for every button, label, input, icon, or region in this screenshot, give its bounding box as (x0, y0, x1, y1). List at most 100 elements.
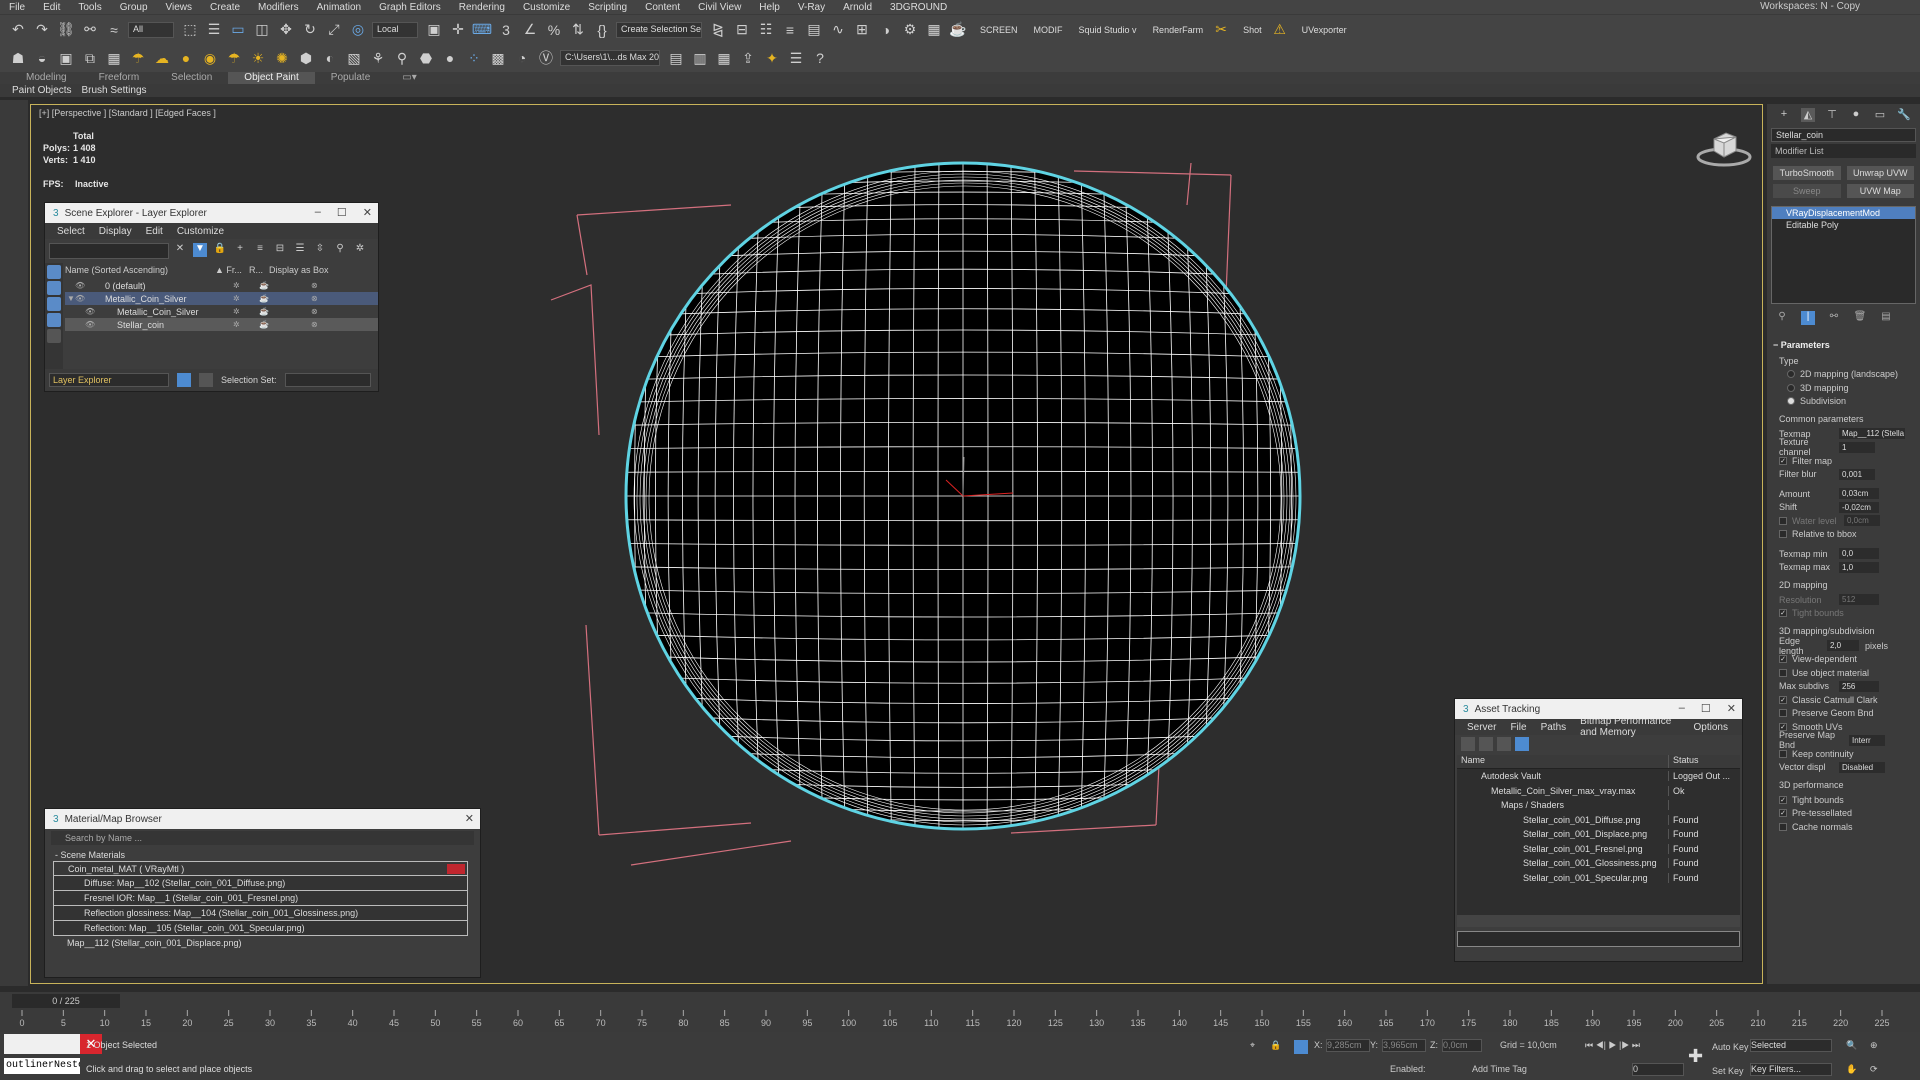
align-icon[interactable]: ⊟ (732, 20, 752, 40)
display-tab-icon[interactable]: ▭ (1873, 108, 1887, 122)
show-end-result-icon[interactable]: | (1801, 311, 1815, 325)
menu-item[interactable]: V-Ray (789, 2, 834, 13)
tight-bounds-checkbox[interactable]: ✓ (1779, 795, 1787, 804)
uvexporter-button[interactable]: UVexporter (1302, 25, 1347, 35)
display-helpers-icon[interactable] (47, 329, 61, 343)
unlink-icon[interactable]: ⚯ (80, 20, 100, 40)
edge-length-spinner[interactable]: 2,0 (1827, 640, 1859, 652)
table-row[interactable]: Stellar_coin_001_Specular.png Found (1457, 871, 1740, 886)
filter-blur-spinner[interactable]: 0,001 (1839, 468, 1875, 480)
map-item[interactable]: Map__112 (Stellar_coin_001_Displace.png) (53, 936, 468, 951)
menu-item[interactable]: Help (750, 2, 789, 13)
render-icon[interactable]: ☕ (259, 294, 269, 303)
ribbon-toggle-icon[interactable]: ▤ (804, 20, 824, 40)
layers-toggle-icon[interactable] (177, 373, 191, 387)
material-editor-icon[interactable]: ◑ (876, 20, 896, 40)
map-item[interactable]: Reflection glossiness: Map__104 (Stellar… (53, 906, 468, 921)
display-objects-icon[interactable] (47, 265, 61, 279)
screen-button[interactable]: SCREEN (980, 25, 1018, 35)
vector-displ-dropdown[interactable]: Disabled (1839, 761, 1885, 773)
stack-item[interactable]: Editable Poly (1772, 219, 1915, 231)
make-unique-icon[interactable]: ⚯ (1827, 311, 1841, 325)
edit-named-sel-icon[interactable]: {} (592, 20, 612, 40)
export-icon[interactable]: ⇪ (738, 48, 758, 68)
minimize-icon[interactable]: – (1679, 702, 1685, 715)
material-browser-titlebar[interactable]: 3 Material/Map Browser ✕ (45, 809, 480, 829)
shift-spinner[interactable]: -0,02cm (1839, 501, 1879, 513)
clone-icon[interactable]: ⧉ (80, 48, 100, 68)
menu-item[interactable]: Animation (308, 2, 370, 13)
render-icon[interactable]: ☕ (259, 320, 269, 329)
explorer-type-dropdown[interactable]: Layer Explorer (49, 373, 169, 387)
table-row[interactable]: Stellar_coin_001_Diffuse.png Found (1457, 813, 1740, 828)
menu-item[interactable]: Tools (69, 2, 110, 13)
layers-icon[interactable]: ≡ (253, 243, 267, 257)
window-menu-item[interactable]: Paths (1541, 722, 1567, 733)
spinner-snap-icon[interactable]: ⇅ (568, 20, 588, 40)
map-item[interactable]: Fresnel IOR: Map__1 (Stellar_coin_001_Fr… (53, 891, 468, 906)
menu-item[interactable]: 3DGROUND (881, 2, 956, 13)
menu-item[interactable]: File (0, 2, 34, 13)
pin-stack-icon[interactable]: ⚲ (1775, 311, 1789, 325)
display-layers-icon[interactable] (47, 281, 61, 295)
amount-spinner[interactable]: 0,03cm (1839, 488, 1879, 500)
folder-icon[interactable]: ▤ (666, 48, 686, 68)
window-menu-item[interactable]: File (1510, 722, 1526, 733)
table-row[interactable]: Autodesk Vault Logged Out ... (1457, 769, 1740, 784)
toggle-scene-explorer-icon[interactable]: ☷ (756, 20, 776, 40)
window-menu-item[interactable]: Display (99, 226, 132, 237)
select-object-icon[interactable]: ⬚ (180, 20, 200, 40)
menu-item[interactable]: Scripting (579, 2, 636, 13)
dome-light-icon[interactable]: ◉ (200, 48, 220, 68)
close-icon[interactable]: ✕ (363, 206, 372, 219)
snap-icon[interactable]: 3 (496, 20, 516, 40)
box-tool-icon[interactable]: ▣ (56, 48, 76, 68)
scene-explorer-titlebar[interactable]: 3 Scene Explorer - Layer Explorer – ☐ ✕ (45, 203, 378, 223)
menu-item[interactable]: Graph Editors (370, 2, 450, 13)
set-key-button[interactable]: Set Key (1712, 1066, 1744, 1076)
place-icon[interactable]: ◎ (348, 20, 368, 40)
turbosmooth-button[interactable]: TurboSmooth (1773, 166, 1841, 180)
renderfarm-button[interactable]: RenderFarm (1153, 25, 1204, 35)
list-item[interactable]: ▼ 👁 Metallic_Coin_Silver ✲ ☕ ⊗ (65, 292, 378, 305)
ribbon-tab[interactable]: Object Paint (228, 72, 315, 84)
modify-tab-icon[interactable]: ◭ (1801, 108, 1815, 122)
isolate-icon[interactable]: ⌖ (1250, 1040, 1255, 1051)
window-menu-item[interactable]: Select (57, 226, 85, 237)
ribbon-tab[interactable]: Selection (155, 72, 228, 84)
z-coordinate-field[interactable]: 0,0cm (1442, 1039, 1482, 1052)
col-name[interactable]: Name (Sorted Ascending) (65, 265, 215, 277)
vray-mesh-icon[interactable]: ⚲ (392, 48, 412, 68)
render-frame-icon[interactable]: ▦ (924, 20, 944, 40)
auto-key-button[interactable]: Auto Key (1712, 1042, 1749, 1052)
table-row[interactable]: Metallic_Coin_Silver_max_vray.max Ok (1457, 784, 1740, 799)
classic-catmull-checkbox[interactable]: ✓ (1779, 695, 1787, 704)
menu-item[interactable]: Civil View (689, 2, 750, 13)
maxscript-mini-listener[interactable] (4, 1034, 80, 1054)
x-coordinate-field[interactable]: 9,285cm (1326, 1039, 1370, 1052)
texmap-button[interactable]: Map__112 (Stella (1839, 428, 1905, 440)
teapot-icon[interactable]: ☗ (8, 48, 28, 68)
material-item[interactable]: Coin_metal_MAT ( VRayMtl ) (53, 861, 468, 876)
fx-icon[interactable]: ✦ (762, 48, 782, 68)
parameters-header[interactable]: − Parameters (1773, 340, 1914, 350)
window-menu-item[interactable]: Edit (146, 226, 163, 237)
filter-icon[interactable]: ▼ (193, 243, 207, 257)
select-by-name-icon[interactable]: ☰ (204, 20, 224, 40)
settings-icon[interactable]: ✲ (353, 243, 367, 257)
col-render[interactable]: R... (249, 265, 269, 277)
bind-spacewarp-icon[interactable]: ≈ (104, 20, 124, 40)
col-status[interactable]: Status (1669, 755, 1739, 768)
orbit-icon[interactable]: ⟳ (1870, 1064, 1878, 1075)
add-time-tag-button[interactable]: Add Time Tag (1472, 1064, 1527, 1074)
render-icon[interactable]: ☕ (259, 307, 269, 316)
table-row[interactable]: Stellar_coin_001_Fresnel.png Found (1457, 842, 1740, 857)
freeze-icon[interactable]: ✲ (233, 281, 240, 290)
redo-icon[interactable]: ↷ (32, 20, 52, 40)
list-icon[interactable]: ☰ (786, 48, 806, 68)
window-menu-item[interactable]: Bitmap Performance and Memory (1580, 716, 1679, 738)
cloud-icon[interactable]: ☁ (152, 48, 172, 68)
select-manipulate-icon[interactable]: ✛ (448, 20, 468, 40)
menu-item[interactable]: Customize (514, 2, 579, 13)
vray-logo-icon[interactable]: Ⓥ (536, 48, 556, 68)
